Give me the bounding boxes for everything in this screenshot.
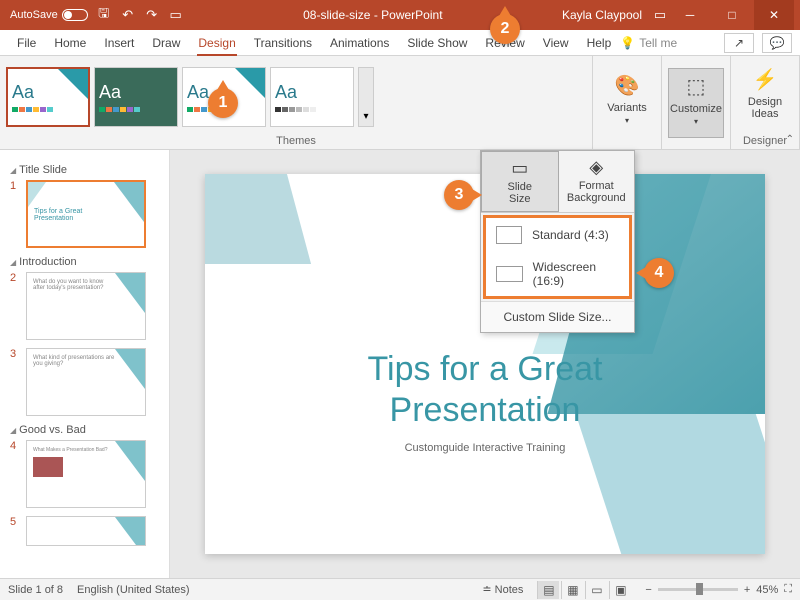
- design-ideas-icon: ⚡: [749, 66, 781, 94]
- variants-button[interactable]: 🎨 Variants▾: [599, 68, 655, 138]
- designer-group-label: Designer: [737, 133, 793, 147]
- callout-2: 2: [490, 14, 520, 44]
- custom-slide-size-option[interactable]: Custom Slide Size...: [481, 301, 634, 332]
- title-bar: AutoSave 🖫 ↶ ↷ ▭ 08-slide-size - PowerPo…: [0, 0, 800, 30]
- standard-4-3-option[interactable]: Standard (4:3): [486, 218, 629, 252]
- zoom-control[interactable]: − + 45% ⛶: [645, 583, 792, 596]
- variants-icon: 🎨: [611, 72, 643, 100]
- tab-insert[interactable]: Insert: [95, 30, 143, 56]
- tell-me-search[interactable]: 💡 Tell me: [620, 36, 677, 50]
- language-status[interactable]: English (United States): [77, 584, 190, 596]
- undo-icon[interactable]: ↶: [120, 7, 136, 23]
- design-ideas-button[interactable]: ⚡ Design Ideas: [737, 62, 793, 132]
- tab-transitions[interactable]: Transitions: [245, 30, 321, 56]
- section-good-vs-bad[interactable]: Good vs. Bad: [10, 424, 159, 436]
- customize-icon: ⬚: [680, 73, 712, 101]
- comments-button[interactable]: 💬: [762, 33, 792, 53]
- collapse-ribbon-icon[interactable]: ⌃: [786, 134, 794, 145]
- status-bar: Slide 1 of 8 English (United States) ≐ N…: [0, 578, 800, 600]
- tab-home[interactable]: Home: [45, 30, 95, 56]
- zoom-in-button[interactable]: +: [744, 584, 750, 596]
- ribbon-design: Aa Aa Aa Aa ▾ Themes 🎨 Variants▾: [0, 56, 800, 150]
- tab-draw[interactable]: Draw: [143, 30, 189, 56]
- fit-to-window-button[interactable]: ⛶: [784, 583, 792, 596]
- slide-thumb-4[interactable]: What Makes a Presentation Bad?: [26, 440, 146, 508]
- app-name: PowerPoint: [381, 8, 442, 22]
- callout-4: 4: [644, 258, 674, 288]
- tab-slideshow[interactable]: Slide Show: [398, 30, 476, 56]
- reading-view-button[interactable]: ▭: [585, 581, 607, 599]
- format-background-button[interactable]: ◈ Format Background: [559, 151, 635, 212]
- document-title: 08-slide-size: [303, 8, 370, 22]
- customize-button[interactable]: ⬚ Customize▾: [668, 68, 724, 138]
- search-icon: 💡: [620, 36, 635, 50]
- callout-3: 3: [444, 180, 474, 210]
- zoom-level[interactable]: 45%: [756, 584, 778, 596]
- tab-design[interactable]: Design: [189, 30, 244, 56]
- tab-animations[interactable]: Animations: [321, 30, 398, 56]
- format-background-icon: ◈: [589, 157, 603, 178]
- ribbon-display-icon[interactable]: ▭: [652, 7, 668, 23]
- tab-help[interactable]: Help: [578, 30, 621, 56]
- widescreen-16-9-option[interactable]: Widescreen (16:9): [486, 252, 629, 296]
- slide-thumb-5[interactable]: [26, 516, 146, 546]
- slide-size-button[interactable]: ▭ Slide Size: [481, 151, 559, 212]
- redo-icon[interactable]: ↷: [144, 7, 160, 23]
- theme-thumb-4[interactable]: Aa: [270, 67, 354, 127]
- theme-thumb-1[interactable]: Aa: [6, 67, 90, 127]
- normal-view-button[interactable]: ▤: [537, 581, 559, 599]
- notes-button[interactable]: ≐ Notes: [482, 583, 523, 596]
- ribbon-tabs: File Home Insert Draw Design Transitions…: [0, 30, 800, 56]
- tab-file[interactable]: File: [8, 30, 45, 56]
- slide-counter[interactable]: Slide 1 of 8: [8, 584, 63, 596]
- slide-thumb-2[interactable]: What do you want to knowafter today's pr…: [26, 272, 146, 340]
- slide-sorter-view-button[interactable]: ▦: [561, 581, 583, 599]
- themes-more-button[interactable]: ▾: [358, 67, 374, 127]
- slide-thumb-1[interactable]: Tips for a GreatPresentation: [26, 180, 146, 248]
- callout-1: 1: [208, 88, 238, 118]
- slide-subtitle: Customguide Interactive Training: [205, 442, 765, 454]
- section-title-slide[interactable]: Title Slide: [10, 164, 159, 176]
- minimize-button[interactable]: ─: [670, 0, 710, 30]
- slide-thumbnails-panel[interactable]: Title Slide 1 Tips for a GreatPresentati…: [0, 150, 170, 578]
- slide-size-options: Standard (4:3) Widescreen (16:9): [483, 215, 632, 299]
- close-button[interactable]: ✕: [754, 0, 794, 30]
- slide-title: Tips for a Great Presentation: [205, 349, 765, 431]
- save-icon[interactable]: 🖫: [96, 7, 112, 23]
- autosave-toggle[interactable]: AutoSave: [10, 9, 88, 21]
- theme-thumb-2[interactable]: Aa: [94, 67, 178, 127]
- themes-group-label: Themes: [6, 133, 586, 147]
- slideshow-view-button[interactable]: ▣: [609, 581, 631, 599]
- customize-dropdown: ▭ Slide Size ◈ Format Background Standar…: [480, 150, 635, 333]
- maximize-button[interactable]: □: [712, 0, 752, 30]
- start-slideshow-icon[interactable]: ▭: [168, 7, 184, 23]
- section-introduction[interactable]: Introduction: [10, 256, 159, 268]
- user-name: Kayla Claypool: [562, 8, 642, 22]
- tab-view[interactable]: View: [534, 30, 578, 56]
- slide-thumb-3[interactable]: What kind of presentations areyou giving…: [26, 348, 146, 416]
- slide-size-icon: ▭: [511, 158, 528, 179]
- zoom-slider[interactable]: [658, 588, 738, 591]
- zoom-out-button[interactable]: −: [645, 584, 651, 596]
- share-button[interactable]: ↗: [724, 33, 754, 53]
